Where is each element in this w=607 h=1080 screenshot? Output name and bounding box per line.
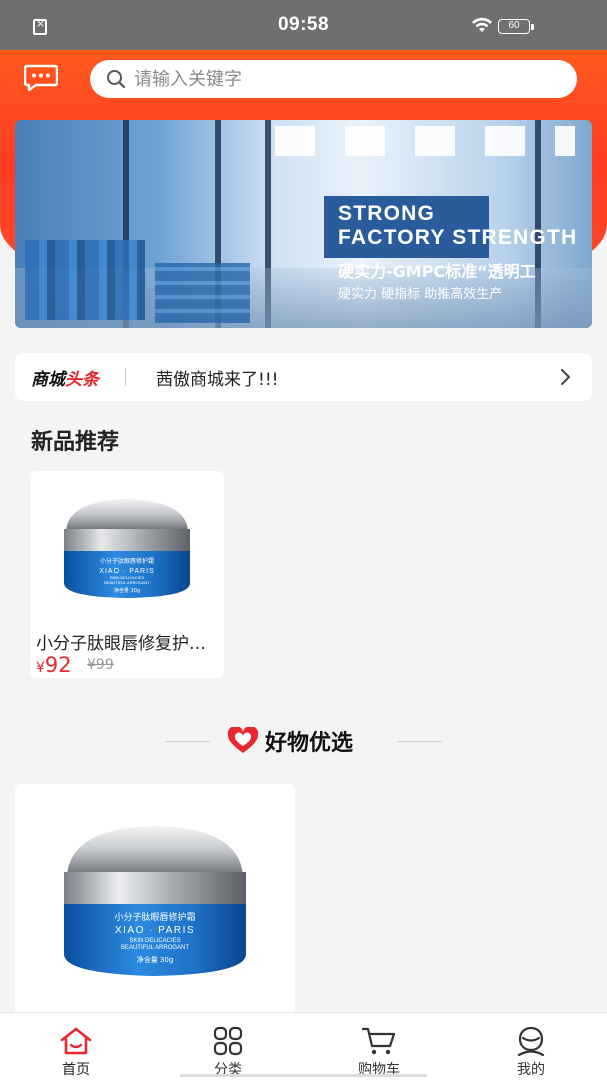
tab-label: 首页 bbox=[62, 1062, 90, 1078]
product-card[interactable]: 小分子肽眼唇修护霜 XIAO · PARIS SKIN DELICACIES B… bbox=[30, 471, 224, 678]
banner-subtitle: 硬实力-GMPC标准“透明工 bbox=[338, 262, 536, 281]
jar-label-sub1: SKIN DELICACIES bbox=[129, 938, 180, 944]
price-value: 92 bbox=[44, 653, 72, 677]
banner-headline-2: FACTORY STRENGTH bbox=[338, 226, 578, 249]
jar-label-top: 小分子肽眼唇修护霜 bbox=[114, 911, 195, 923]
new-products-title: 新品推荐 bbox=[31, 430, 120, 455]
cart-icon bbox=[362, 1027, 396, 1055]
price-currency: ¥ bbox=[36, 660, 45, 676]
good-picks-title: 好物优选 bbox=[265, 731, 354, 756]
message-icon[interactable] bbox=[24, 64, 58, 92]
wifi-icon bbox=[472, 17, 492, 32]
tab-label: 我的 bbox=[517, 1062, 545, 1078]
home-icon bbox=[60, 1027, 92, 1055]
news-headline: 茜傲商城来了!!! bbox=[156, 369, 279, 390]
heart-icon bbox=[227, 727, 259, 753]
tab-home[interactable]: 首页 bbox=[26, 1013, 126, 1080]
jar-label-brand: XIAO · PARIS bbox=[99, 568, 154, 575]
jar-label-net: 净含量 30g bbox=[114, 587, 140, 594]
banner-headline-1: STRONG bbox=[338, 202, 436, 225]
tab-profile[interactable]: 我的 bbox=[481, 1013, 581, 1080]
product-original-price: ¥99 bbox=[87, 657, 114, 673]
jar-label-top: 小分子肽眼唇修护霜 bbox=[100, 557, 154, 565]
banner-workers bbox=[25, 240, 145, 320]
status-bar: 09:58 60 bbox=[0, 0, 607, 50]
user-icon bbox=[517, 1026, 545, 1056]
product-image: 小分子肽眼唇修护霜 XIAO · PARIS SKIN DELICACIES B… bbox=[64, 499, 190, 598]
product-name: 小分子肽眼唇修复护理霜 bbox=[36, 634, 220, 654]
grid-icon bbox=[213, 1026, 243, 1056]
tab-cart[interactable]: 购物车 bbox=[329, 1013, 429, 1080]
chevron-right-icon bbox=[561, 369, 570, 385]
jar-label-brand: XIAO · PARIS bbox=[115, 925, 195, 936]
jar-label-net: 净含量 30g bbox=[137, 955, 174, 964]
banner-lights bbox=[275, 126, 575, 156]
home-indicator bbox=[180, 1074, 427, 1077]
news-logo-part1: 商城 bbox=[31, 369, 65, 390]
news-logo: 商城头条 bbox=[31, 365, 99, 390]
news-divider bbox=[125, 368, 126, 386]
promo-banner[interactable]: STRONG FACTORY STRENGTH 硬实力-GMPC标准“透明工 硬… bbox=[15, 120, 592, 328]
product-image: 小分子肽眼唇修护霜 XIAO · PARIS SKIN DELICACIES B… bbox=[64, 826, 246, 976]
jar-label-sub2: BEAUTIFUL ARROGANT bbox=[104, 580, 150, 585]
divider-left bbox=[165, 741, 210, 742]
bottom-tab-bar: 首页 分类 购物车 我的 bbox=[0, 1012, 607, 1080]
news-logo-part2: 头条 bbox=[65, 369, 99, 390]
banner-crates bbox=[155, 263, 250, 323]
news-ticker[interactable]: 商城头条 茜傲商城来了!!! bbox=[15, 353, 592, 401]
jar-label-sub2: BEAUTIFUL ARROGANT bbox=[121, 945, 189, 951]
search-bar[interactable] bbox=[90, 60, 577, 98]
product-card-featured[interactable]: 小分子肽眼唇修护霜 XIAO · PARIS SKIN DELICACIES B… bbox=[15, 784, 295, 1024]
search-input[interactable] bbox=[134, 68, 554, 90]
product-price: ¥92 bbox=[36, 653, 72, 677]
search-icon bbox=[107, 70, 126, 89]
banner-tagline: 硬实力 硬指标 助推高效生产 bbox=[338, 287, 503, 302]
battery-icon: 60 bbox=[498, 19, 534, 34]
divider-right bbox=[397, 741, 442, 742]
tab-category[interactable]: 分类 bbox=[178, 1013, 278, 1080]
